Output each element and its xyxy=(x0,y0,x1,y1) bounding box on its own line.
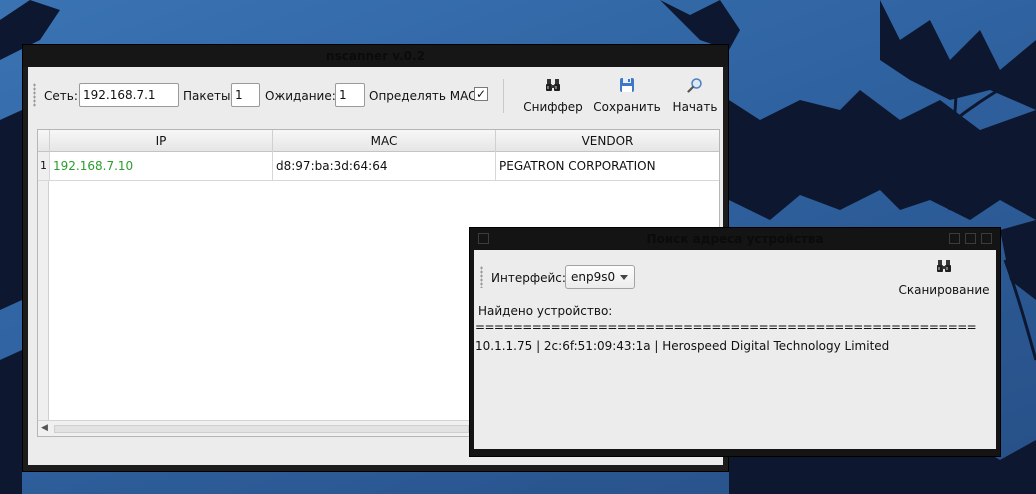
save-button[interactable]: Сохранить xyxy=(593,73,661,119)
floppy-disk-icon xyxy=(593,73,661,97)
scan-label: Сканирование xyxy=(898,283,990,297)
toolbar-separator xyxy=(503,79,504,113)
cell-vendor[interactable]: PEGATRON CORPORATION xyxy=(495,152,719,180)
chevron-down-icon xyxy=(620,275,628,280)
cell-mac[interactable]: d8:97:ba:3d:64:64 xyxy=(272,152,495,180)
maximize-icon[interactable] xyxy=(965,233,976,244)
scrollbar-track[interactable] xyxy=(54,425,469,433)
interface-label: Интерфейс: xyxy=(491,271,566,285)
packets-input[interactable] xyxy=(231,83,260,107)
binoculars-icon xyxy=(894,256,994,280)
table-row[interactable]: 1 192.168.7.10 d8:97:ba:3d:64:64 PEGATRO… xyxy=(38,152,719,181)
mac-checkbox[interactable]: ✓ xyxy=(474,87,488,101)
dialog-title: Поиск адреса устройства xyxy=(646,232,824,246)
start-label: Начать xyxy=(672,100,718,114)
log-separator-line: ========================================… xyxy=(475,320,977,334)
log-output[interactable]: Найдено устройство: ====================… xyxy=(474,302,996,449)
main-toolbar: Сеть: Пакеты: Ожидание: Определять MAC: … xyxy=(28,67,723,125)
dialog-toolbar: Интерфейс: enp9s0 Сканирование xyxy=(474,250,996,302)
wait-label: Ожидание: xyxy=(265,89,336,103)
toolbar-grip[interactable] xyxy=(33,83,36,107)
log-found-line: Найдено устройство: xyxy=(478,304,613,318)
scroll-left-icon[interactable]: ◀ xyxy=(41,423,48,433)
start-button[interactable]: Начать xyxy=(670,73,720,119)
network-input[interactable] xyxy=(79,83,179,107)
close-icon[interactable] xyxy=(981,233,992,244)
network-label: Сеть: xyxy=(44,89,78,103)
sniffer-label: Сниффер xyxy=(523,100,583,114)
cell-ip[interactable]: 192.168.7.10 xyxy=(49,152,272,180)
window-menu-icon[interactable] xyxy=(478,233,489,244)
save-label: Сохранить xyxy=(593,100,661,114)
dialog-titlebar[interactable]: Поиск адреса устройства xyxy=(470,228,1000,250)
interface-select[interactable]: enp9s0 xyxy=(565,265,635,289)
column-header-vendor[interactable]: VENDOR xyxy=(495,130,719,152)
dialog-client: Интерфейс: enp9s0 Сканирование Найдено у… xyxy=(474,250,996,449)
minimize-icon[interactable] xyxy=(949,233,960,244)
scan-button[interactable]: Сканирование xyxy=(894,256,994,302)
binoculars-icon xyxy=(522,73,584,97)
mac-label: Определять MAC: xyxy=(369,89,481,103)
log-result-line: 10.1.1.75 | 2c:6f:51:09:43:1a | Herospee… xyxy=(475,339,890,353)
row-header-column xyxy=(38,152,49,420)
column-header-ip[interactable]: IP xyxy=(49,130,272,152)
magnifier-icon xyxy=(670,73,720,97)
corner-cell[interactable] xyxy=(38,130,49,152)
table-header: IP MAC VENDOR xyxy=(38,130,719,152)
row-number[interactable]: 1 xyxy=(38,152,49,180)
main-window-title[interactable]: nscanner v.0.2 xyxy=(23,45,728,67)
column-header-mac[interactable]: MAC xyxy=(272,130,495,152)
device-search-dialog: Поиск адреса устройства Интерфейс: enp9s… xyxy=(469,227,1001,457)
toolbar-grip[interactable] xyxy=(480,266,483,288)
packets-label: Пакеты: xyxy=(183,89,235,103)
wait-input[interactable] xyxy=(335,83,365,107)
interface-value: enp9s0 xyxy=(571,270,616,284)
sniffer-button[interactable]: Сниффер xyxy=(522,73,584,119)
